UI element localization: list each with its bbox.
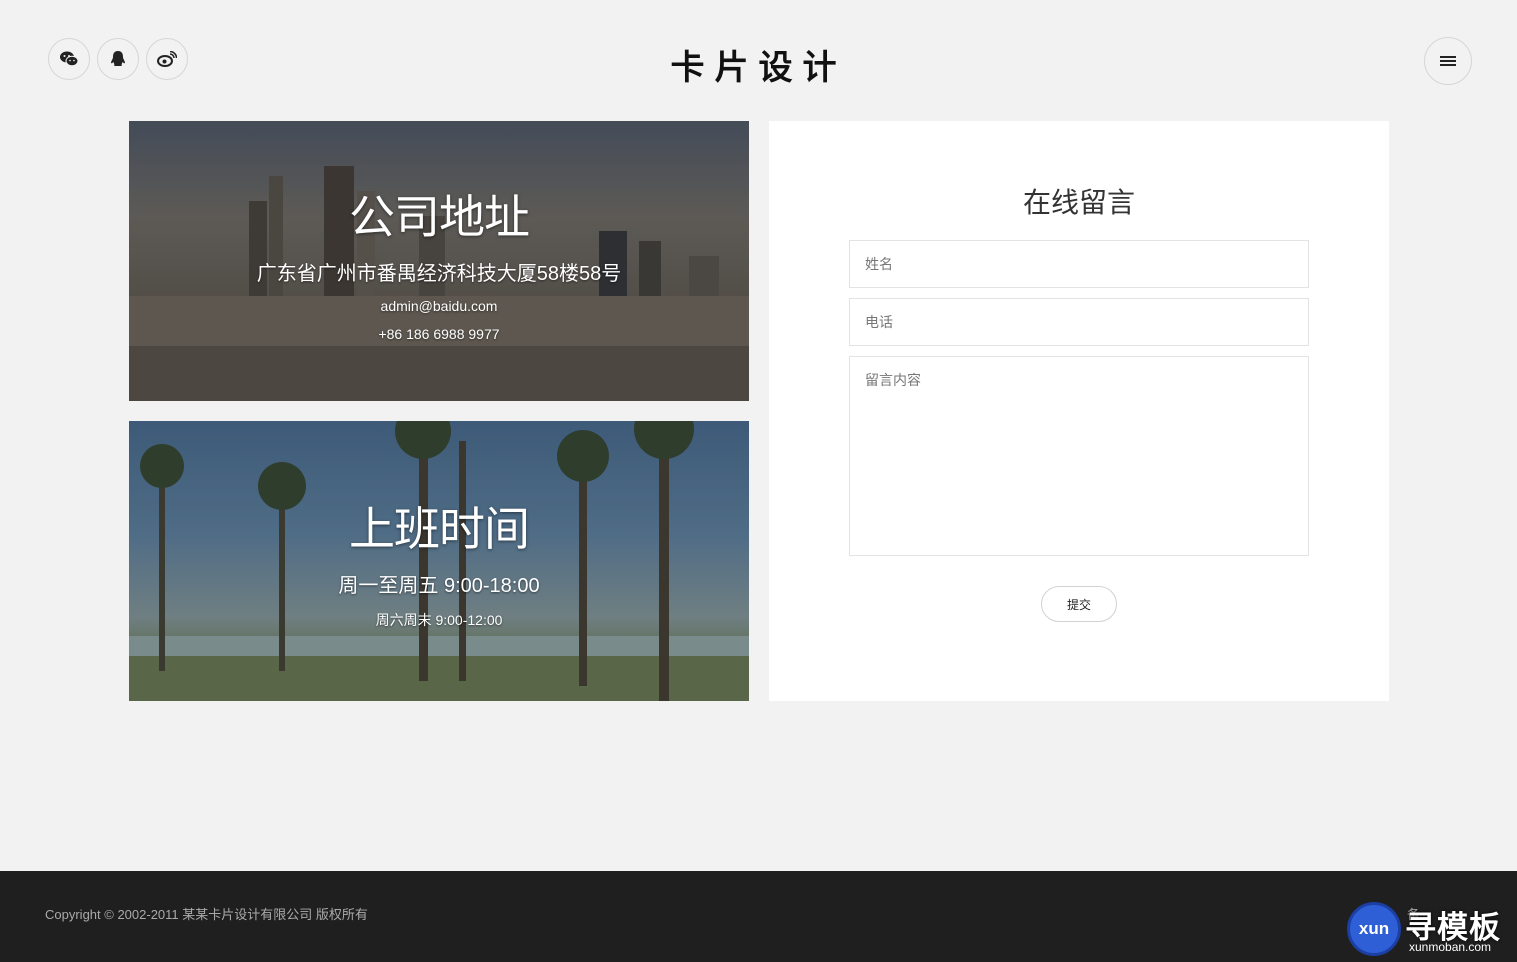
site-header: 卡片设计 xyxy=(0,0,1517,121)
hours-card: 上班时间 周一至周五 9:00-18:00 周六周末 9:00-12:00 xyxy=(129,421,749,701)
hours-title: 上班时间 xyxy=(349,502,530,555)
weekday-hours: 周一至周五 9:00-18:00 xyxy=(338,574,540,597)
watermark-badge: xun xyxy=(1347,902,1401,956)
address-overlay: 公司地址 广东省广州市番禺经济科技大厦58楼58号 admin@baidu.co… xyxy=(129,121,749,401)
hours-overlay: 上班时间 周一至周五 9:00-18:00 周六周末 9:00-12:00 xyxy=(129,421,749,701)
address-text: 广东省广州市番禺经济科技大厦58楼58号 xyxy=(256,262,622,285)
address-card: 公司地址 广东省广州市番禺经济科技大厦58楼58号 admin@baidu.co… xyxy=(129,121,749,401)
submit-button[interactable]: 提交 xyxy=(1041,586,1117,622)
menu-icon xyxy=(1440,56,1456,66)
menu-button[interactable] xyxy=(1424,37,1472,85)
address-title: 公司地址 xyxy=(349,190,530,243)
site-footer: Copyright © 2002-2011 某某卡片设计有限公司 版权所有 备 xyxy=(0,871,1517,962)
phone-field[interactable] xyxy=(849,298,1309,346)
message-field[interactable] xyxy=(849,356,1309,556)
email-link[interactable]: admin@baidu.com xyxy=(381,298,498,314)
phone-number: +86 186 6988 9977 xyxy=(378,325,500,342)
copyright-text: Copyright © 2002-2011 某某卡片设计有限公司 版权所有 xyxy=(45,907,368,922)
weekend-hours: 周六周末 9:00-12:00 xyxy=(375,611,503,628)
watermark-url: xunmoban.com xyxy=(1409,940,1492,954)
message-form-card: 在线留言 提交 xyxy=(769,121,1389,701)
site-logo[interactable]: 卡片设计 xyxy=(0,40,1517,89)
name-field[interactable] xyxy=(849,240,1309,288)
form-title: 在线留言 xyxy=(1022,187,1135,218)
